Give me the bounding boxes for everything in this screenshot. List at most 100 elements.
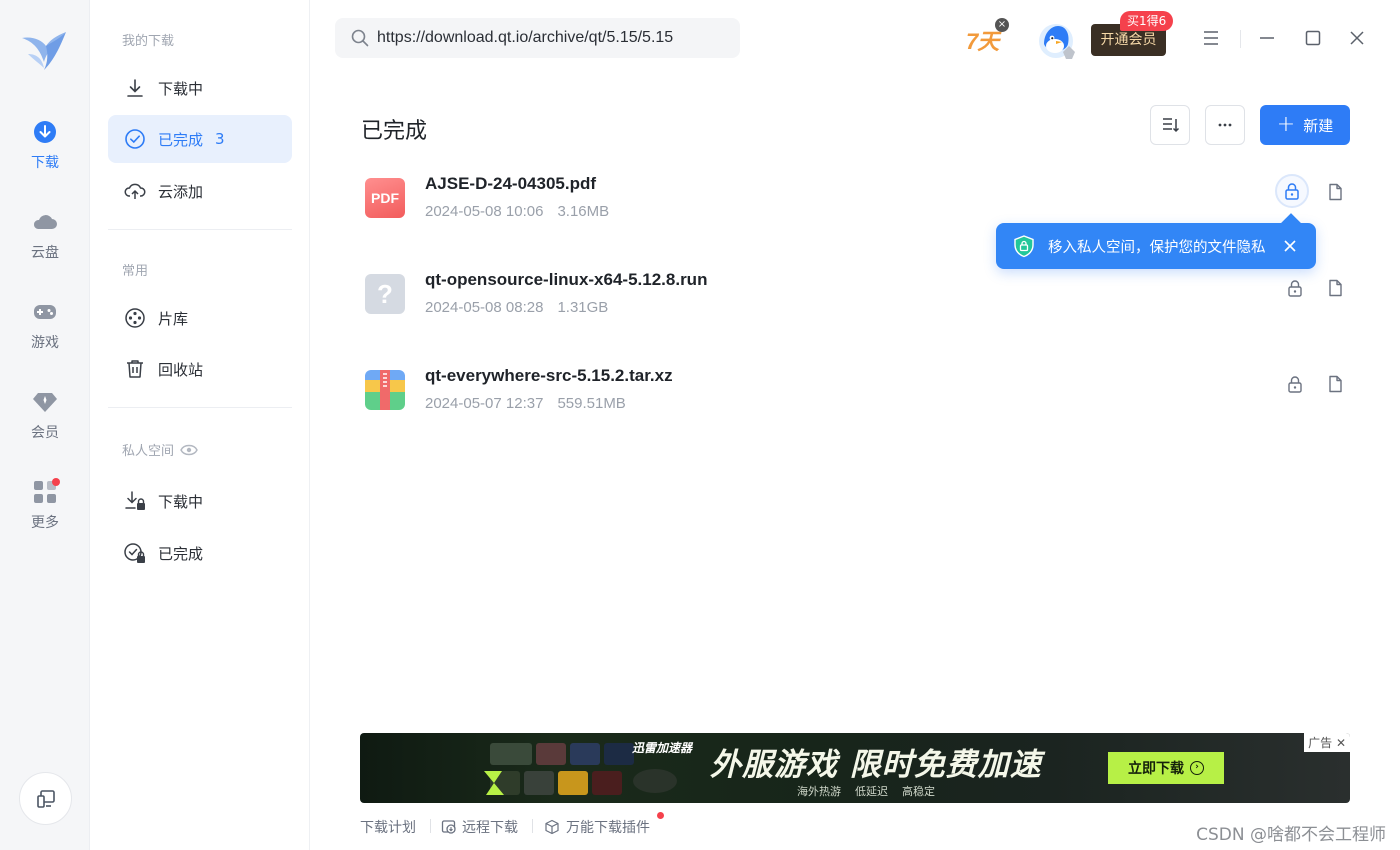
file-row[interactable]: ? qt-opensource-linux-x64-5.12.8.run 202… [360,256,1350,336]
rail-vip-label: 会员 [31,425,59,441]
close-icon[interactable] [1347,28,1367,48]
nav-item-private-completed[interactable]: 已完成 [108,529,292,577]
rail-cloud-label: 云盘 [31,245,59,261]
nav-panel: 我的下载 下载中 已完成 3 云添加 常用 片库 回收站 私人空间 下载中 已完… [91,0,310,850]
file-icon [1329,183,1342,201]
file-size: 559.51MB [557,395,626,412]
lock-icon [1285,183,1299,200]
diamond-icon [33,393,57,412]
user-avatar[interactable] [1036,20,1078,62]
file-date: 2024-05-08 10:06 [425,203,544,220]
film-reel-icon [124,307,146,329]
file-size: 1.31GB [557,299,609,316]
open-file-button[interactable] [1319,368,1351,400]
sort-icon [1163,118,1180,133]
app-window: 下载 云盘 游戏 会员 更多 我的下载 下载中 已完成 3 云添加 常用 片库 … [0,0,1400,850]
check-lock-icon [124,542,146,564]
menu-icon[interactable] [1201,28,1221,48]
nav-item-completed-label: 已完成 [158,130,204,149]
open-file-button[interactable] [1319,272,1351,304]
pdf-icon: PDF [365,178,405,218]
move-to-private-button[interactable] [1279,272,1311,304]
footer-divider [430,819,431,833]
url-input[interactable] [377,29,717,47]
lock-icon [1288,376,1302,393]
download-plugin-link[interactable]: 万能下载插件 [544,817,650,837]
section-private: 私人空间 [122,440,198,459]
file-date: 2024-05-08 08:28 [425,299,544,316]
download-plan-link[interactable]: 下载计划 [360,817,416,837]
cloud-icon [33,215,57,229]
ad-download-button[interactable]: 立即下载 › [1108,752,1224,784]
nav-item-private-downloading[interactable]: 下载中 [108,477,292,525]
file-icon [1329,279,1342,297]
promo-close-icon[interactable]: × [995,18,1009,32]
nav-divider [108,229,292,230]
nav-item-completed[interactable]: 已完成 3 [108,115,292,163]
vip-promo-badge: 买1得6 [1120,11,1174,31]
rail-games[interactable]: 游戏 [0,298,90,368]
new-task-button[interactable]: + 新建 [1260,105,1350,145]
download-lock-icon [124,490,146,512]
gamepad-icon [34,305,56,319]
plugin-notification-dot [657,812,664,819]
nav-item-cloud-add[interactable]: 云添加 [108,167,292,215]
minimize-icon[interactable] [1257,28,1277,48]
open-file-button[interactable] [1319,176,1351,208]
nav-item-private-downloading-label: 下载中 [158,492,204,511]
nav-item-recycle-label: 回收站 [158,360,204,379]
maximize-icon[interactable] [1303,28,1323,48]
remote-download-link[interactable]: 远程下载 [441,817,518,837]
sort-button[interactable] [1150,105,1190,145]
rail-download[interactable]: 下载 [0,118,90,188]
section-common: 常用 [122,264,149,279]
search-icon [351,29,369,47]
cube-icon [545,819,559,835]
completed-count: 3 [215,130,225,148]
remote-download-icon [441,820,456,834]
eye-icon[interactable] [180,443,198,457]
nav-item-library-label: 片库 [158,309,189,328]
ad-subtitle: 海外热游 [797,785,841,798]
device-switch-button[interactable] [19,772,72,825]
rail-download-label: 下载 [31,155,59,171]
new-task-label: 新建 [1303,116,1334,135]
file-meta: 2024-05-08 10:06 3.16MB [425,203,609,220]
section-private-label: 私人空间 [122,444,175,459]
ad-subtitles: 海外热游 低延迟 高稳定 [797,783,935,799]
file-row[interactable]: qt-everywhere-src-5.15.2.tar.xz 2024-05-… [360,352,1350,432]
file-icon [1329,375,1342,393]
lock-icon [1288,280,1302,297]
ad-subtitle: 低延迟 [855,785,888,798]
remote-download-label: 远程下载 [462,820,518,836]
trash-icon [124,358,146,380]
promo-days[interactable]: 7天 [966,24,999,56]
ad-close-tag[interactable]: 广告 ✕ [1304,733,1350,752]
shield-lock-icon [1014,235,1034,258]
nav-item-recycle[interactable]: 回收站 [108,345,292,393]
rail-vip[interactable]: 会员 [0,388,90,458]
rail-more[interactable]: 更多 [0,478,90,548]
arrow-right-icon: › [1190,761,1204,775]
unknown-file-icon: ? [365,274,405,314]
more-options-button[interactable] [1205,105,1245,145]
tooltip-close-icon[interactable] [1280,236,1300,256]
download-plan-label: 下载计划 [360,820,416,836]
archive-icon [365,370,405,410]
nav-divider [108,407,292,408]
nav-item-cloud-add-label: 云添加 [158,182,204,201]
window-divider [1240,30,1241,48]
move-to-private-button[interactable] [1275,174,1309,208]
file-size: 3.16MB [557,203,610,220]
nav-item-downloading[interactable]: 下载中 [108,64,292,112]
ad-banner[interactable]: 迅雷加速器 外服游戏 限时免费加速 海外热游 低延迟 高稳定 立即下载 › 广告… [360,733,1350,803]
page-title: 已完成 [361,119,428,144]
rail-cloud[interactable]: 云盘 [0,208,90,278]
plus-icon: + [1276,112,1296,137]
file-meta: 2024-05-08 08:28 1.31GB [425,299,608,316]
file-name: qt-opensource-linux-x64-5.12.8.run [425,270,708,289]
nav-item-library[interactable]: 片库 [108,294,292,342]
file-date: 2024-05-07 12:37 [425,395,544,412]
move-to-private-button[interactable] [1279,368,1311,400]
more-horizontal-icon [1218,123,1232,127]
